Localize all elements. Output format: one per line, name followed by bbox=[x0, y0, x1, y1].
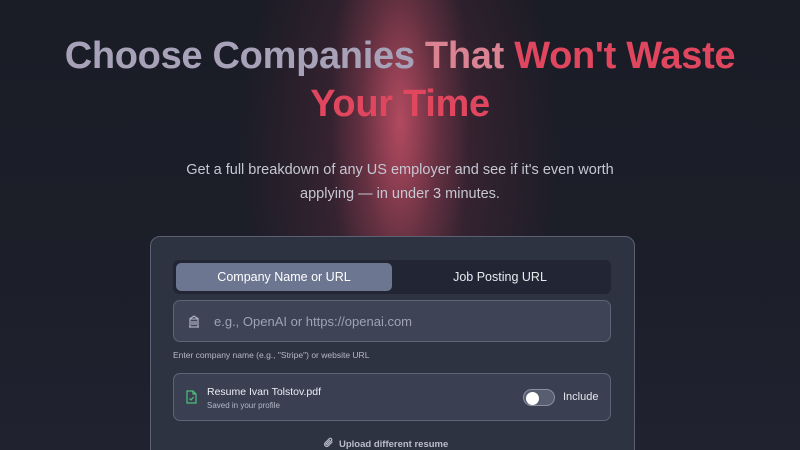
search-card: Company Name or URL Job Posting URL Ente… bbox=[150, 236, 635, 450]
include-toggle-label: Include bbox=[563, 391, 599, 403]
upload-label: Upload different resume bbox=[339, 438, 449, 450]
toggle-knob bbox=[526, 391, 539, 405]
hero-subtitle: Get a full breakdown of any US employer … bbox=[150, 158, 650, 206]
include-resume-toggle[interactable] bbox=[523, 389, 555, 406]
hero-subtitle-line-2: applying — in under 3 minutes. bbox=[300, 186, 500, 202]
paperclip-icon bbox=[323, 437, 334, 450]
tab-job-posting-url[interactable]: Job Posting URL bbox=[392, 263, 608, 291]
building-icon bbox=[174, 314, 214, 328]
saved-resume-card: Resume Ivan Tolstov.pdf Saved in your pr… bbox=[173, 373, 611, 421]
hero-title-part-2: That bbox=[424, 35, 515, 77]
file-icon bbox=[186, 390, 197, 409]
search-helper-text: Enter company name (e.g., "Stripe") or w… bbox=[173, 350, 370, 360]
hero-subtitle-line-1: Get a full breakdown of any US employer … bbox=[186, 162, 614, 178]
hero-title-part-3: Won't Waste bbox=[514, 35, 736, 77]
company-search-input[interactable] bbox=[214, 301, 610, 341]
hero-title-part-1: Choose Companies bbox=[64, 35, 425, 77]
tab-company-name-or-url[interactable]: Company Name or URL bbox=[176, 263, 392, 291]
resume-subtitle: Saved in your profile bbox=[207, 401, 280, 410]
resume-filename: Resume Ivan Tolstov.pdf bbox=[207, 386, 322, 398]
hero-title-line-2: Your Time bbox=[310, 83, 490, 125]
company-search-field[interactable] bbox=[173, 300, 611, 342]
upload-different-resume-link[interactable]: Upload different resume bbox=[323, 437, 448, 450]
hero-title: Choose Companies That Won't Waste Your T… bbox=[0, 32, 800, 128]
search-mode-tabs: Company Name or URL Job Posting URL bbox=[173, 260, 611, 294]
hero-title-line-1: Choose Companies That Won't Waste bbox=[0, 32, 800, 80]
